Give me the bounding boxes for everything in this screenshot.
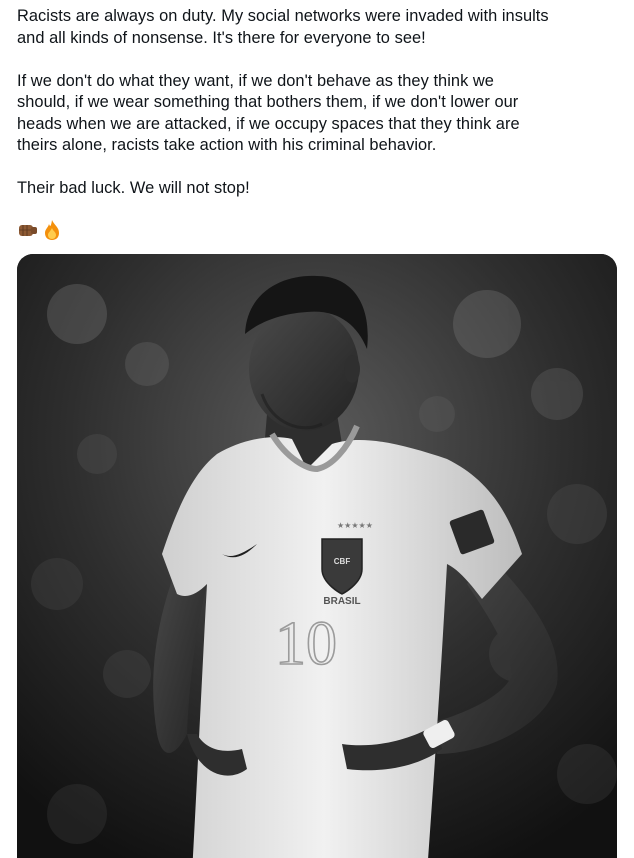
emoji-row [17,218,63,242]
jersey-country: BRASIL [323,596,360,607]
svg-text:★★★★★: ★★★★★ [337,521,373,530]
fist-bump-icon [17,219,39,241]
tweet-line: theirs alone, racists take action with h… [17,136,437,154]
tweet-line: should, if we wear something that bother… [17,93,519,111]
tweet-line: Racists are always on duty. My social ne… [17,7,549,25]
tweet-line: If we don't do what they want, if we don… [17,71,494,90]
tweet-line: and all kinds of nonsense. It's there fo… [17,28,426,47]
jersey-number: 10 [275,610,337,678]
head [249,307,359,431]
tweet-line: heads when we are attacked, if we occupy… [17,114,520,133]
tweet-text: Racists are always on duty. My social ne… [17,6,622,200]
tweet-line: Their bad luck. We will not stop! [17,179,250,197]
crest-text: CBF [334,557,351,566]
fire-icon [41,219,63,241]
player-photo: CBF ★★★★★ BRASIL 10 [17,254,617,858]
tweet-photo[interactable]: CBF ★★★★★ BRASIL 10 [17,254,617,858]
